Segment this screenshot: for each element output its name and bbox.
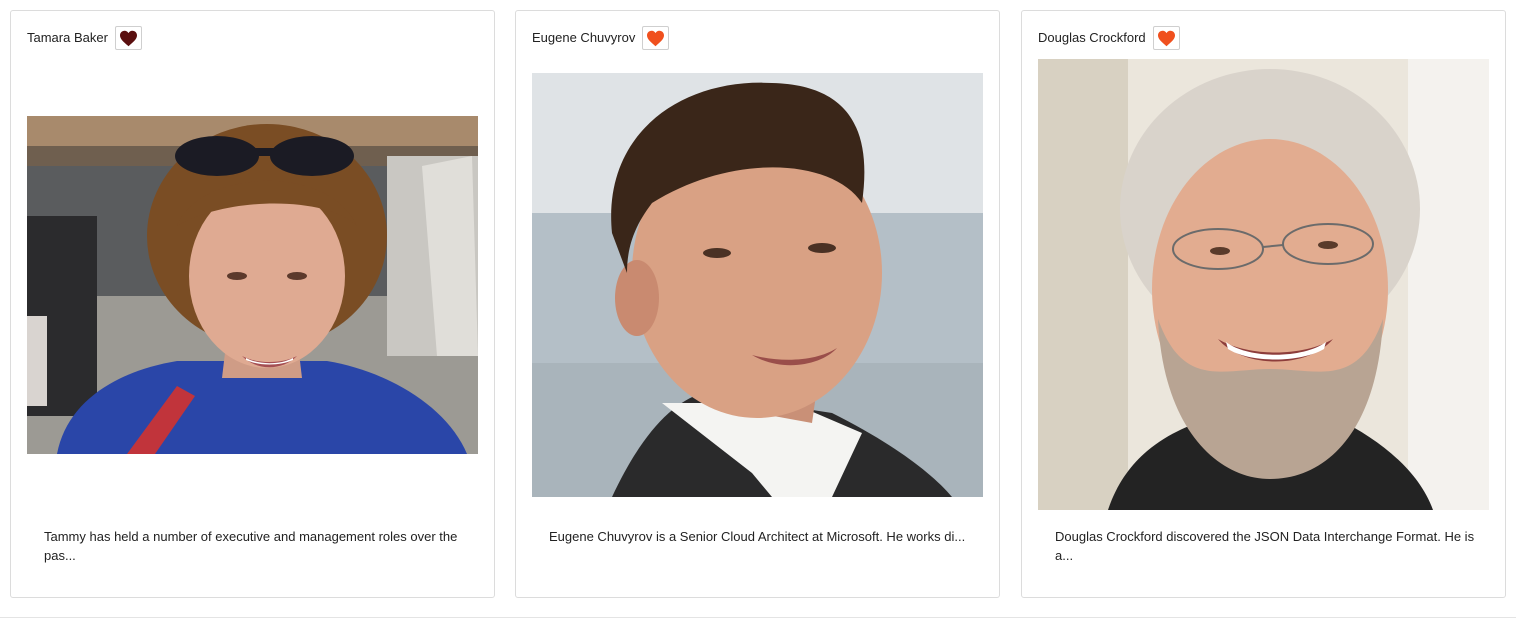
heart-icon (647, 30, 665, 46)
speaker-card: Eugene Chuvyrov Eugene Chuvyrov is a Sen… (515, 10, 1000, 598)
favorite-button[interactable] (114, 26, 142, 50)
speaker-name: Tamara Baker (27, 30, 108, 45)
speaker-bio: Tammy has held a number of executive and… (44, 529, 458, 563)
speaker-photo (1038, 59, 1489, 510)
speaker-card: Tamara Baker Tammy has held a number of … (10, 10, 495, 598)
speaker-card: Douglas Crockford Douglas Crockford disc… (1021, 10, 1506, 598)
speaker-bio: Douglas Crockford discovered the JSON Da… (1055, 529, 1475, 563)
speaker-photo (27, 116, 478, 454)
favorite-button[interactable] (642, 26, 670, 50)
heart-icon (1157, 30, 1175, 46)
speaker-card-header: Tamara Baker (27, 26, 142, 50)
speaker-name: Douglas Crockford (1038, 30, 1146, 45)
speaker-card-header: Eugene Chuvyrov (532, 26, 670, 50)
speaker-name: Eugene Chuvyrov (532, 30, 636, 45)
speaker-bio: Eugene Chuvyrov is a Senior Cloud Archit… (549, 529, 966, 544)
favorite-button[interactable] (1152, 26, 1180, 50)
speaker-photo (532, 73, 983, 497)
heart-icon (119, 30, 137, 46)
speaker-list: Tamara Baker Tammy has held a number of … (0, 0, 1516, 618)
speaker-card-header: Douglas Crockford (1038, 26, 1180, 50)
